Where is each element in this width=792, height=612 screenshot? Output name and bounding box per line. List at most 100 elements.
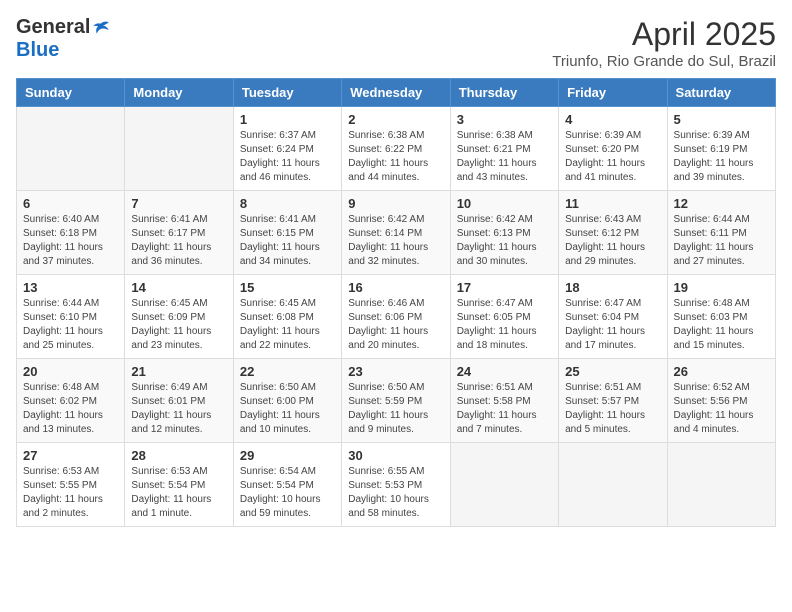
month-year-title: April 2025: [552, 16, 776, 53]
calendar-cell: 20 Sunrise: 6:48 AM Sunset: 6:02 PM Dayli…: [17, 359, 125, 443]
day-number: 16: [348, 280, 443, 295]
day-number: 30: [348, 448, 443, 463]
day-info: Sunrise: 6:44 AM Sunset: 6:11 PM Dayligh…: [674, 213, 769, 269]
calendar-cell: 1 Sunrise: 6:37 AM Sunset: 6:24 PM Daylig…: [233, 107, 341, 191]
calendar-table: SundayMondayTuesdayWednesdayThursdayFrid…: [16, 78, 776, 527]
day-number: 8: [240, 196, 335, 211]
day-info: Sunrise: 6:41 AM Sunset: 6:15 PM Dayligh…: [240, 213, 335, 269]
day-info: Sunrise: 6:45 AM Sunset: 6:08 PM Dayligh…: [240, 297, 335, 353]
calendar-cell: 18 Sunrise: 6:47 AM Sunset: 6:04 PM Dayli…: [559, 275, 667, 359]
calendar-cell: 17Sunrise: 6:47 AM Sunset: 6:05 PM Dayli…: [450, 275, 558, 359]
calendar-cell: 25 Sunrise: 6:51 AM Sunset: 5:57 PM Dayli…: [559, 359, 667, 443]
calendar-cell: 9 Sunrise: 6:42 AM Sunset: 6:14 PM Daylig…: [342, 191, 450, 275]
day-of-week-header: Saturday: [667, 79, 775, 107]
day-number: 23: [348, 364, 443, 379]
day-info: Sunrise: 6:48 AM Sunset: 6:03 PM Dayligh…: [674, 297, 769, 353]
day-of-week-header: Thursday: [450, 79, 558, 107]
day-number: 18: [565, 280, 660, 295]
day-of-week-header: Sunday: [17, 79, 125, 107]
calendar-week-row: 6 Sunrise: 6:40 AM Sunset: 6:18 PM Daylig…: [17, 191, 776, 275]
calendar-cell: 27Sunrise: 6:53 AM Sunset: 5:55 PM Dayli…: [17, 443, 125, 527]
day-number: 14: [131, 280, 226, 295]
day-info: Sunrise: 6:47 AM Sunset: 6:04 PM Dayligh…: [565, 297, 660, 353]
calendar-cell: 14Sunrise: 6:45 AM Sunset: 6:09 PM Dayli…: [125, 275, 233, 359]
day-of-week-header: Tuesday: [233, 79, 341, 107]
day-number: 10: [457, 196, 552, 211]
day-number: 29: [240, 448, 335, 463]
day-info: Sunrise: 6:41 AM Sunset: 6:17 PM Dayligh…: [131, 213, 226, 269]
calendar-cell: [17, 107, 125, 191]
day-info: Sunrise: 6:37 AM Sunset: 6:24 PM Dayligh…: [240, 129, 335, 185]
calendar-week-row: 27Sunrise: 6:53 AM Sunset: 5:55 PM Dayli…: [17, 443, 776, 527]
day-info: Sunrise: 6:50 AM Sunset: 6:00 PM Dayligh…: [240, 381, 335, 437]
day-info: Sunrise: 6:51 AM Sunset: 5:57 PM Dayligh…: [565, 381, 660, 437]
day-of-week-header: Wednesday: [342, 79, 450, 107]
day-number: 21: [131, 364, 226, 379]
day-number: 19: [674, 280, 769, 295]
title-section: April 2025 Triunfo, Rio Grande do Sul, B…: [552, 16, 776, 70]
day-number: 9: [348, 196, 443, 211]
calendar-cell: 3 Sunrise: 6:38 AM Sunset: 6:21 PM Daylig…: [450, 107, 558, 191]
calendar-cell: 12 Sunrise: 6:44 AM Sunset: 6:11 PM Dayli…: [667, 191, 775, 275]
day-info: Sunrise: 6:38 AM Sunset: 6:21 PM Dayligh…: [457, 129, 552, 185]
calendar-cell: 2 Sunrise: 6:38 AM Sunset: 6:22 PM Daylig…: [342, 107, 450, 191]
day-info: Sunrise: 6:52 AM Sunset: 5:56 PM Dayligh…: [674, 381, 769, 437]
calendar-cell: 29Sunrise: 6:54 AM Sunset: 5:54 PM Dayli…: [233, 443, 341, 527]
calendar-cell: 15 Sunrise: 6:45 AM Sunset: 6:08 PM Dayli…: [233, 275, 341, 359]
calendar-cell: [667, 443, 775, 527]
calendar-cell: 21 Sunrise: 6:49 AM Sunset: 6:01 PM Dayli…: [125, 359, 233, 443]
day-number: 26: [674, 364, 769, 379]
day-of-week-header: Monday: [125, 79, 233, 107]
calendar-cell: 30 Sunrise: 6:55 AM Sunset: 5:53 PM Dayli…: [342, 443, 450, 527]
day-info: Sunrise: 6:49 AM Sunset: 6:01 PM Dayligh…: [131, 381, 226, 437]
day-info: Sunrise: 6:53 AM Sunset: 5:55 PM Dayligh…: [23, 465, 118, 521]
calendar-cell: 22Sunrise: 6:50 AM Sunset: 6:00 PM Dayli…: [233, 359, 341, 443]
calendar-cell: 19 Sunrise: 6:48 AM Sunset: 6:03 PM Dayli…: [667, 275, 775, 359]
day-info: Sunrise: 6:39 AM Sunset: 6:20 PM Dayligh…: [565, 129, 660, 185]
day-number: 17: [457, 280, 552, 295]
calendar-week-row: 1 Sunrise: 6:37 AM Sunset: 6:24 PM Daylig…: [17, 107, 776, 191]
day-info: Sunrise: 6:44 AM Sunset: 6:10 PM Dayligh…: [23, 297, 118, 353]
day-number: 1: [240, 112, 335, 127]
day-info: Sunrise: 6:39 AM Sunset: 6:19 PM Dayligh…: [674, 129, 769, 185]
calendar-cell: 28Sunrise: 6:53 AM Sunset: 5:54 PM Dayli…: [125, 443, 233, 527]
calendar-week-row: 13Sunrise: 6:44 AM Sunset: 6:10 PM Dayli…: [17, 275, 776, 359]
day-number: 11: [565, 196, 660, 211]
day-number: 12: [674, 196, 769, 211]
calendar-cell: 8 Sunrise: 6:41 AM Sunset: 6:15 PM Daylig…: [233, 191, 341, 275]
calendar-cell: 6 Sunrise: 6:40 AM Sunset: 6:18 PM Daylig…: [17, 191, 125, 275]
calendar-cell: 24Sunrise: 6:51 AM Sunset: 5:58 PM Dayli…: [450, 359, 558, 443]
page-header: General Blue April 2025 Triunfo, Rio Gra…: [16, 16, 776, 70]
day-number: 7: [131, 196, 226, 211]
day-number: 3: [457, 112, 552, 127]
logo-general-text: General: [16, 16, 90, 39]
day-info: Sunrise: 6:42 AM Sunset: 6:14 PM Dayligh…: [348, 213, 443, 269]
day-info: Sunrise: 6:50 AM Sunset: 5:59 PM Dayligh…: [348, 381, 443, 437]
calendar-cell: 16Sunrise: 6:46 AM Sunset: 6:06 PM Dayli…: [342, 275, 450, 359]
calendar-cell: 26 Sunrise: 6:52 AM Sunset: 5:56 PM Dayli…: [667, 359, 775, 443]
calendar-cell: 4Sunrise: 6:39 AM Sunset: 6:20 PM Daylig…: [559, 107, 667, 191]
day-of-week-header: Friday: [559, 79, 667, 107]
day-info: Sunrise: 6:55 AM Sunset: 5:53 PM Dayligh…: [348, 465, 443, 521]
day-info: Sunrise: 6:48 AM Sunset: 6:02 PM Dayligh…: [23, 381, 118, 437]
day-number: 6: [23, 196, 118, 211]
logo-blue-text: Blue: [16, 39, 59, 62]
day-number: 2: [348, 112, 443, 127]
calendar-cell: [559, 443, 667, 527]
calendar-cell: 7 Sunrise: 6:41 AM Sunset: 6:17 PM Daylig…: [125, 191, 233, 275]
calendar-week-row: 20 Sunrise: 6:48 AM Sunset: 6:02 PM Dayli…: [17, 359, 776, 443]
calendar-header-row: SundayMondayTuesdayWednesdayThursdayFrid…: [17, 79, 776, 107]
calendar-cell: 5Sunrise: 6:39 AM Sunset: 6:19 PM Daylig…: [667, 107, 775, 191]
day-info: Sunrise: 6:51 AM Sunset: 5:58 PM Dayligh…: [457, 381, 552, 437]
logo: General Blue: [16, 16, 110, 62]
calendar-cell: [450, 443, 558, 527]
day-number: 15: [240, 280, 335, 295]
calendar-cell: 11 Sunrise: 6:43 AM Sunset: 6:12 PM Dayli…: [559, 191, 667, 275]
day-number: 20: [23, 364, 118, 379]
day-info: Sunrise: 6:38 AM Sunset: 6:22 PM Dayligh…: [348, 129, 443, 185]
calendar-cell: 10Sunrise: 6:42 AM Sunset: 6:13 PM Dayli…: [450, 191, 558, 275]
day-info: Sunrise: 6:43 AM Sunset: 6:12 PM Dayligh…: [565, 213, 660, 269]
day-number: 25: [565, 364, 660, 379]
day-info: Sunrise: 6:40 AM Sunset: 6:18 PM Dayligh…: [23, 213, 118, 269]
calendar-cell: 23 Sunrise: 6:50 AM Sunset: 5:59 PM Dayli…: [342, 359, 450, 443]
